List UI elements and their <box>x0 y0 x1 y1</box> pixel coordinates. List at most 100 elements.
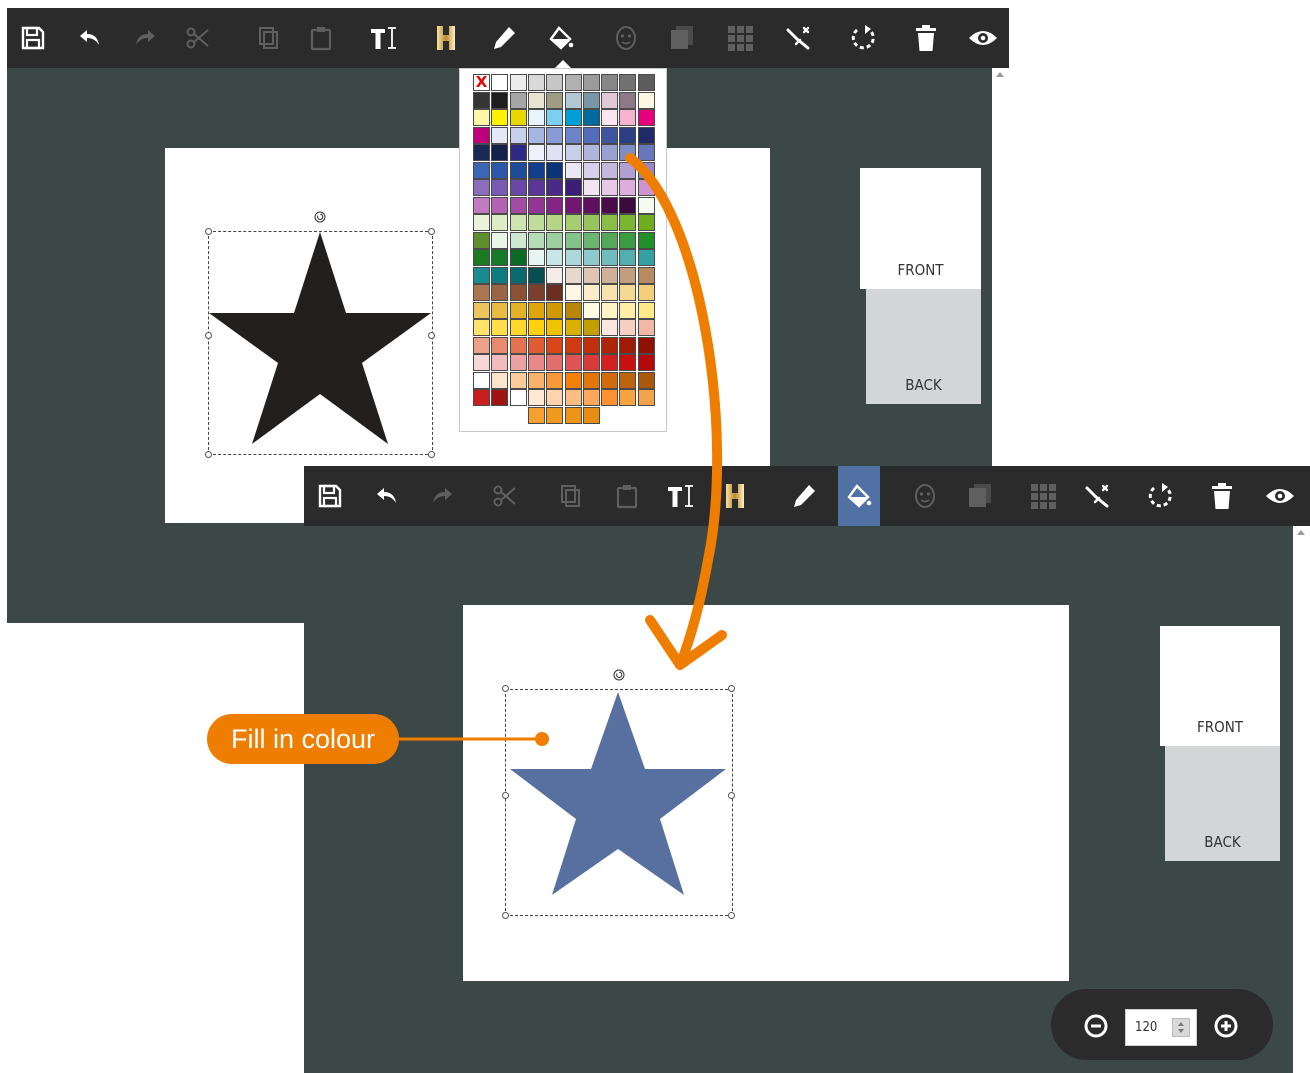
colour-swatch[interactable] <box>619 161 637 179</box>
colour-swatch[interactable] <box>473 144 490 161</box>
colour-swatch[interactable] <box>546 126 564 144</box>
colour-swatch[interactable] <box>582 231 600 249</box>
add-text-tool-button[interactable] <box>660 473 702 518</box>
scroll-up-arrow-icon[interactable] <box>996 72 1004 77</box>
colour-swatch[interactable] <box>509 301 527 319</box>
undo-tool-button[interactable] <box>366 473 408 518</box>
colour-swatch[interactable] <box>637 354 655 371</box>
colour-swatch[interactable] <box>546 389 564 406</box>
colour-swatch[interactable] <box>491 284 509 301</box>
colour-swatch[interactable] <box>637 196 655 214</box>
magic-wand-tool-button[interactable] <box>777 15 819 60</box>
colour-swatch[interactable] <box>509 179 527 196</box>
colour-swatch[interactable] <box>637 91 655 109</box>
colour-swatch[interactable] <box>527 354 545 371</box>
colour-swatch[interactable] <box>473 179 490 196</box>
colour-swatch[interactable] <box>582 144 600 161</box>
colour-swatch[interactable] <box>527 266 545 284</box>
colour-swatch[interactable] <box>546 336 564 354</box>
zoom-value-input[interactable]: 120 <box>1125 1009 1197 1046</box>
colour-swatch[interactable] <box>473 266 490 284</box>
page-thumb-back[interactable]: BACK <box>1165 741 1280 861</box>
colour-swatch[interactable] <box>637 266 655 284</box>
copy-tool-button[interactable] <box>247 15 289 60</box>
colour-swatch[interactable] <box>601 336 619 354</box>
colour-swatch[interactable] <box>546 214 564 231</box>
colour-swatch[interactable] <box>619 214 637 231</box>
resize-handle[interactable] <box>502 912 509 919</box>
colour-swatch[interactable] <box>582 266 600 284</box>
colour-swatch[interactable] <box>546 371 564 389</box>
colour-swatch[interactable] <box>601 371 619 389</box>
colour-swatch[interactable] <box>546 91 564 109</box>
colour-swatch[interactable] <box>473 91 490 109</box>
colour-swatch[interactable] <box>509 336 527 354</box>
resize-handle[interactable] <box>728 685 735 692</box>
face-mask-tool-button[interactable] <box>904 473 946 518</box>
colour-swatch[interactable] <box>527 389 545 406</box>
colour-swatch[interactable] <box>619 91 637 109</box>
colour-swatch[interactable] <box>491 91 509 109</box>
colour-swatch[interactable] <box>564 126 582 144</box>
colour-swatch[interactable] <box>637 319 655 336</box>
colour-swatch[interactable] <box>619 319 637 336</box>
colour-swatch[interactable] <box>582 319 600 336</box>
colour-swatch[interactable] <box>619 74 637 91</box>
colour-swatch[interactable] <box>509 91 527 109</box>
colour-swatch[interactable] <box>527 336 545 354</box>
colour-swatch[interactable] <box>564 196 582 214</box>
colour-swatch[interactable] <box>527 301 545 319</box>
colour-swatch[interactable] <box>564 319 582 336</box>
colour-swatch[interactable] <box>637 109 655 126</box>
colour-swatch[interactable] <box>601 74 619 91</box>
colour-swatch[interactable] <box>582 371 600 389</box>
colour-swatch[interactable] <box>509 231 527 249</box>
colour-swatch[interactable] <box>564 389 582 406</box>
colour-swatch[interactable] <box>473 389 490 406</box>
colour-swatch[interactable] <box>491 179 509 196</box>
colour-swatch[interactable] <box>582 161 600 179</box>
selection-box[interactable] <box>208 231 433 455</box>
vertical-scrollbar[interactable] <box>1293 526 1310 1073</box>
rotate-tool-button[interactable] <box>842 15 884 60</box>
page-thumb-back[interactable]: BACK <box>866 283 981 404</box>
pen-tool-button[interactable] <box>783 473 825 518</box>
colour-swatch[interactable] <box>582 214 600 231</box>
page-thumb-front[interactable]: FRONT <box>860 168 981 289</box>
rotate-tool-button[interactable] <box>1139 473 1181 518</box>
colour-swatch[interactable] <box>601 354 619 371</box>
colour-swatch[interactable] <box>546 406 564 424</box>
colour-swatch[interactable] <box>564 354 582 371</box>
save-tool-button[interactable] <box>309 473 351 518</box>
colour-swatch[interactable] <box>546 284 564 301</box>
colour-swatch[interactable] <box>564 301 582 319</box>
colour-swatch[interactable] <box>509 161 527 179</box>
zoom-spinner[interactable] <box>1172 1018 1190 1037</box>
colour-swatch[interactable] <box>637 371 655 389</box>
colour-swatch[interactable] <box>491 249 509 266</box>
colour-swatch[interactable] <box>601 301 619 319</box>
colour-swatch[interactable] <box>527 249 545 266</box>
resize-handle[interactable] <box>728 912 735 919</box>
colour-swatch[interactable] <box>509 354 527 371</box>
colour-swatch[interactable] <box>619 389 637 406</box>
colour-swatch[interactable] <box>637 126 655 144</box>
colour-swatch[interactable] <box>582 284 600 301</box>
colour-swatch[interactable] <box>564 266 582 284</box>
resize-handle[interactable] <box>428 228 435 235</box>
colour-swatch[interactable] <box>582 249 600 266</box>
colour-swatch[interactable] <box>637 249 655 266</box>
resize-handle[interactable] <box>428 451 435 458</box>
colour-swatch[interactable] <box>601 231 619 249</box>
colour-swatch[interactable] <box>601 109 619 126</box>
zoom-out-icon[interactable] <box>1084 1014 1108 1038</box>
colour-swatch[interactable] <box>509 284 527 301</box>
colour-swatch[interactable] <box>546 231 564 249</box>
colour-swatch[interactable] <box>619 336 637 354</box>
colour-swatch[interactable] <box>582 109 600 126</box>
redo-tool-button[interactable] <box>124 15 166 60</box>
colour-swatch[interactable] <box>619 231 637 249</box>
colour-swatch[interactable] <box>473 354 490 371</box>
colour-swatch[interactable] <box>601 196 619 214</box>
colour-swatch[interactable] <box>546 196 564 214</box>
